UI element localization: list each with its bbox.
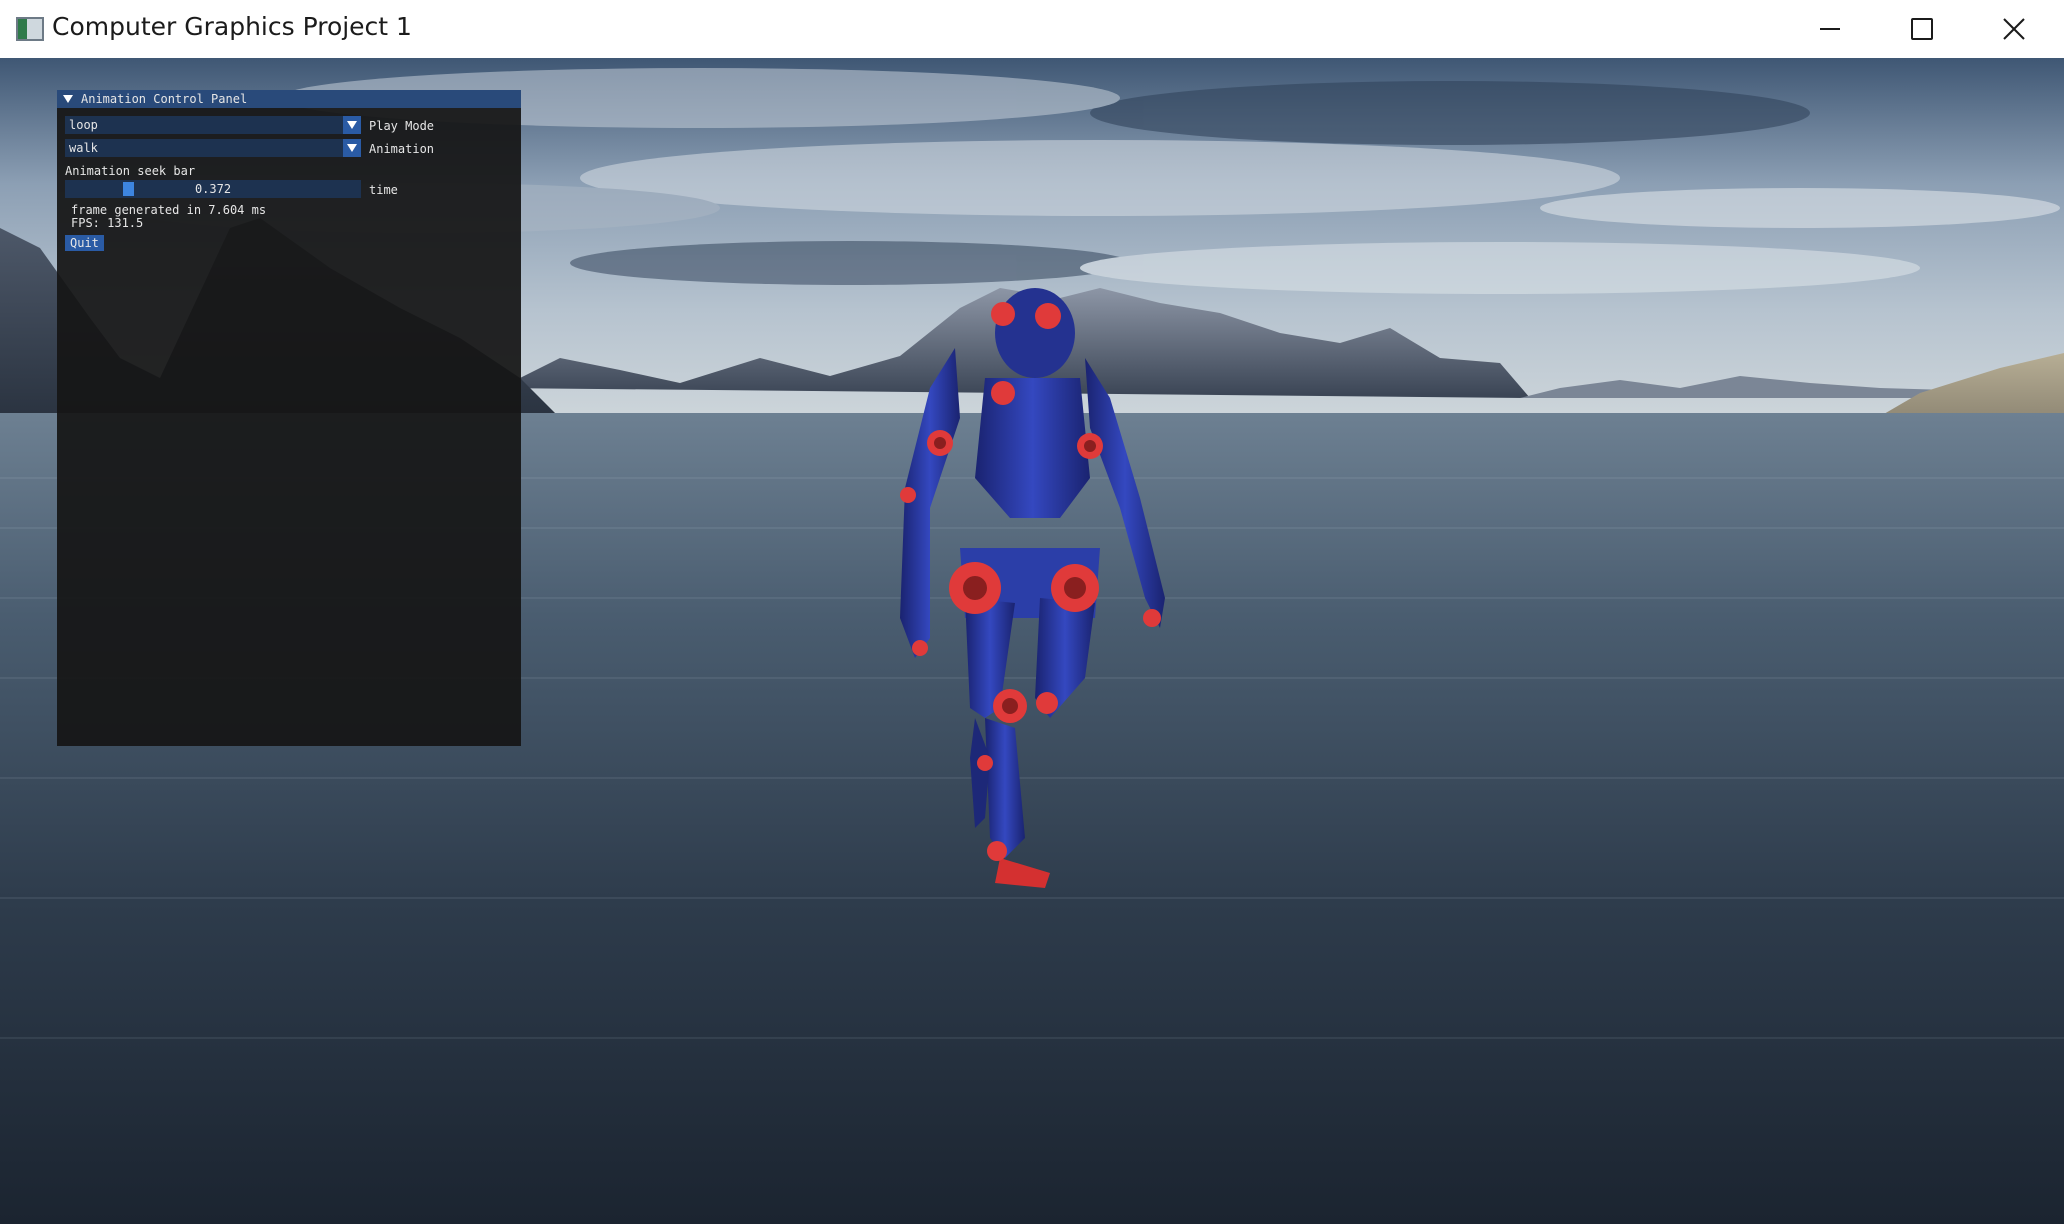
animation-value: walk <box>69 141 98 155</box>
quit-button[interactable]: Quit <box>65 235 104 251</box>
dropdown-arrow-icon[interactable] <box>343 139 361 157</box>
slider-value: 0.372 <box>194 182 232 196</box>
panel-title: Animation Control Panel <box>81 92 248 106</box>
app-icon <box>16 17 44 41</box>
maximize-button[interactable] <box>1876 0 1968 58</box>
seek-bar-caption: Animation seek bar <box>65 164 196 178</box>
minimize-button[interactable] <box>1784 0 1876 58</box>
panel-header[interactable]: Animation Control Panel <box>57 90 521 108</box>
dropdown-arrow-icon[interactable] <box>343 116 361 134</box>
title-bar: Computer Graphics Project 1 <box>0 0 2064 59</box>
minimize-icon <box>1820 28 1840 30</box>
maximize-icon <box>1911 18 1933 40</box>
fps-text: FPS: 131.5 <box>71 216 144 230</box>
stats-text: frame generated in 7.604 ms FPS: 131.5 <box>71 204 266 230</box>
time-slider[interactable]: 0.372 <box>65 180 361 198</box>
animation-combo[interactable]: walk <box>65 139 361 157</box>
play-mode-value: loop <box>69 118 98 132</box>
frame-time-text: frame generated in 7.604 ms <box>71 203 267 217</box>
play-mode-label: Play Mode <box>369 119 435 133</box>
collapse-arrow-icon[interactable] <box>63 95 73 103</box>
close-button[interactable] <box>1968 0 2060 58</box>
play-mode-combo[interactable]: loop <box>65 116 361 134</box>
animation-label: Animation <box>369 142 435 156</box>
time-label: time <box>369 183 398 197</box>
close-icon <box>2003 18 2025 40</box>
animation-control-panel: Animation Control Panel loop Play Mode w… <box>57 90 521 746</box>
window-title: Computer Graphics Project 1 <box>52 12 412 41</box>
